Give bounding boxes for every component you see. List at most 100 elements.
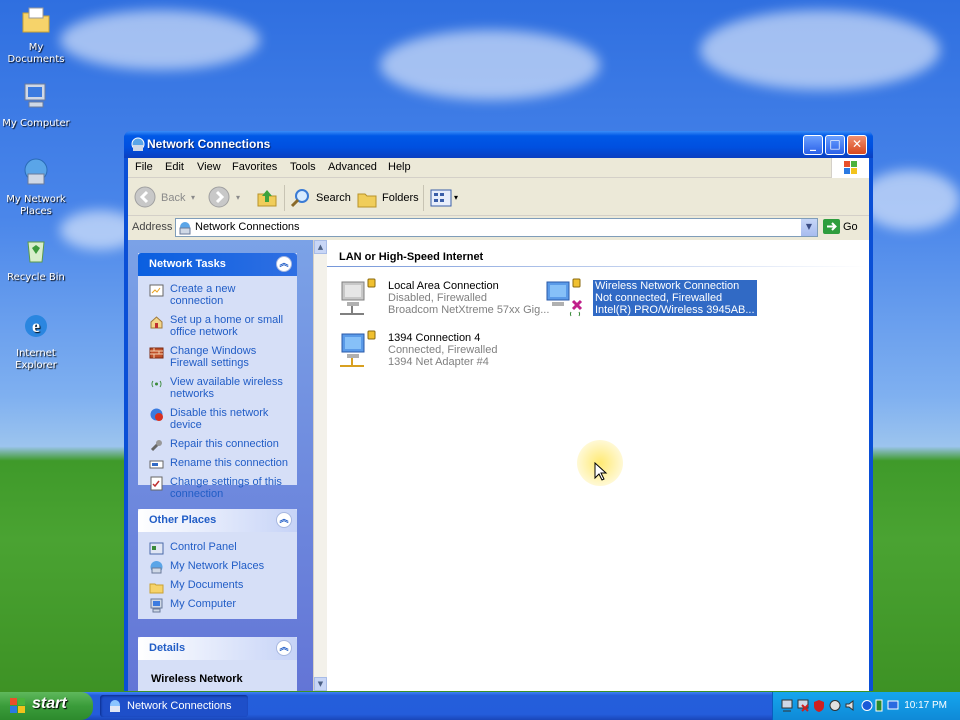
task-label: View available wireless networks bbox=[170, 376, 283, 400]
menu-advanced[interactable]: Advanced bbox=[328, 161, 377, 173]
desktop-icon-my-computer[interactable]: My Computer bbox=[0, 80, 72, 130]
wireless-disconnected-icon bbox=[546, 278, 583, 317]
forward-button[interactable] bbox=[208, 186, 230, 210]
place-label: Control Panel bbox=[170, 541, 237, 553]
rename-icon bbox=[149, 460, 164, 469]
repair-icon bbox=[150, 440, 162, 452]
task-repair-connection[interactable]: Repair this connection bbox=[149, 438, 291, 452]
network-connections-window: Network Connections _ □ ✕ File Edit View… bbox=[124, 131, 873, 691]
task-pane-scrollbar[interactable]: ▲ ▼ bbox=[313, 240, 327, 691]
sound-tray-icon[interactable] bbox=[845, 699, 857, 712]
place-my-network-places[interactable]: My Network Places bbox=[149, 560, 291, 574]
task-view-wireless[interactable]: View available wireless networks bbox=[149, 376, 291, 400]
go-label: Go bbox=[843, 221, 858, 233]
network-tasks-header[interactable]: Network Tasks ︽ bbox=[138, 253, 297, 276]
shield-tray-icon[interactable] bbox=[829, 699, 841, 712]
other-places-panel: Other Places ︽ Control Panel My Network … bbox=[138, 509, 297, 619]
address-field[interactable]: Network Connections ▼ bbox=[175, 218, 818, 237]
up-button[interactable] bbox=[256, 186, 278, 210]
lan-disabled-icon bbox=[340, 278, 376, 315]
task-create-connection[interactable]: Create a new connection bbox=[149, 283, 291, 307]
network-places-icon bbox=[24, 158, 48, 185]
menu-help[interactable]: Help bbox=[388, 161, 411, 173]
connection-1394[interactable]: 1394 Connection 4 Connected, Firewalled … bbox=[338, 330, 558, 374]
system-tray: 10:17 PM bbox=[772, 692, 960, 720]
task-firewall-settings[interactable]: Change Windows Firewall settings bbox=[149, 345, 291, 369]
connection-wireless[interactable]: Wireless Network Connection Not connecte… bbox=[543, 278, 783, 322]
other-places-title: Other Places bbox=[149, 514, 217, 526]
windows-flag-icon bbox=[844, 161, 857, 174]
task-label: Repair this connection bbox=[170, 438, 279, 450]
task-setup-home-network[interactable]: Set up a home or small office network bbox=[149, 314, 291, 338]
address-dropdown-button[interactable]: ▼ bbox=[801, 219, 817, 236]
maximize-button[interactable]: □ bbox=[825, 135, 845, 155]
window-title: Network Connections bbox=[147, 137, 271, 151]
place-my-documents[interactable]: My Documents bbox=[149, 579, 291, 594]
security-alert-tray-icon[interactable] bbox=[813, 699, 825, 712]
place-control-panel[interactable]: Control Panel bbox=[149, 541, 291, 555]
details-header[interactable]: Details ︽ bbox=[138, 637, 297, 660]
connection-local-area[interactable]: Local Area Connection Disabled, Firewall… bbox=[338, 278, 558, 322]
back-button[interactable]: Back bbox=[134, 186, 190, 210]
scroll-down-icon[interactable]: ▼ bbox=[314, 677, 327, 691]
close-button[interactable]: ✕ bbox=[847, 135, 867, 155]
connection-status: Disabled, Firewalled bbox=[388, 292, 488, 304]
menu-file[interactable]: File bbox=[135, 161, 153, 173]
menu-edit[interactable]: Edit bbox=[165, 161, 184, 173]
network-tasks-panel: Network Tasks ︽ Create a new connection … bbox=[138, 253, 297, 500]
clock[interactable]: 10:17 PM bbox=[904, 700, 947, 711]
address-bar: Address Network Connections ▼ Go bbox=[128, 217, 869, 239]
collapse-chevron-icon[interactable]: ︽ bbox=[276, 256, 292, 272]
connection-device: 1394 Net Adapter #4 bbox=[388, 356, 489, 368]
place-label: My Computer bbox=[170, 598, 237, 610]
wireless-disconnected-tray-icon[interactable] bbox=[797, 699, 809, 712]
title-bar[interactable]: Network Connections _ □ ✕ bbox=[124, 131, 873, 158]
task-rename-connection[interactable]: Rename this connection bbox=[149, 457, 291, 469]
menu-tools[interactable]: Tools bbox=[290, 161, 316, 173]
taskbar-task-network-connections[interactable]: Network Connections bbox=[100, 695, 248, 717]
connection-name: Wireless Network Connection bbox=[595, 280, 740, 292]
menu-favorites[interactable]: Favorites bbox=[232, 161, 277, 173]
desktop-icon-recycle-bin[interactable]: Recycle Bin bbox=[0, 234, 72, 284]
minimize-button[interactable]: _ bbox=[803, 135, 823, 155]
views-button[interactable]: ▾ bbox=[430, 186, 462, 210]
task-pane: Network Tasks ︽ Create a new connection … bbox=[128, 240, 323, 691]
back-arrow-icon bbox=[134, 186, 156, 208]
menu-view[interactable]: View bbox=[197, 161, 221, 173]
windows-flag-icon bbox=[10, 698, 25, 713]
recycle-bin-icon bbox=[27, 241, 45, 263]
search-label: Search bbox=[316, 192, 351, 204]
battery-tray-icon[interactable] bbox=[873, 699, 885, 712]
back-dropdown-icon[interactable]: ▾ bbox=[191, 186, 195, 210]
display-tray-icon[interactable] bbox=[887, 699, 899, 712]
desktop-icon-my-network-places[interactable]: My Network Places bbox=[0, 156, 72, 218]
desktop-icon-internet-explorer[interactable]: e Internet Explorer bbox=[0, 310, 72, 372]
connection-name: 1394 Connection 4 bbox=[388, 332, 481, 344]
wireless-icon bbox=[151, 380, 162, 388]
start-button[interactable]: start bbox=[0, 692, 93, 720]
desktop-icon-my-documents[interactable]: My Documents bbox=[0, 4, 72, 66]
collapse-chevron-icon[interactable]: ︽ bbox=[276, 640, 292, 656]
control-panel-icon bbox=[149, 542, 164, 555]
scroll-up-icon[interactable]: ▲ bbox=[314, 240, 327, 254]
connection-device: Broadcom NetXtreme 57xx Gig... bbox=[388, 304, 550, 316]
task-label: Set up a home or small office network bbox=[170, 314, 284, 338]
place-my-computer[interactable]: My Computer bbox=[149, 598, 291, 613]
task-label: Change settings of this connection bbox=[170, 476, 282, 500]
search-button[interactable]: Search bbox=[290, 186, 352, 210]
task-label: Disable this network device bbox=[170, 407, 269, 431]
task-disable-device[interactable]: Disable this network device bbox=[149, 407, 291, 431]
bluetooth-tray-icon[interactable] bbox=[861, 699, 873, 712]
folders-button[interactable]: Folders bbox=[356, 186, 420, 210]
svg-text:e: e bbox=[32, 316, 40, 336]
other-places-header[interactable]: Other Places ︽ bbox=[138, 509, 297, 532]
network-tray-icon[interactable] bbox=[781, 699, 793, 712]
connection-name: Local Area Connection bbox=[388, 280, 499, 292]
desktop-icon-label: Internet Explorer bbox=[15, 348, 57, 371]
settings-icon bbox=[150, 476, 163, 491]
task-change-settings[interactable]: Change settings of this connection bbox=[149, 476, 291, 500]
computer-icon bbox=[24, 83, 46, 108]
collapse-chevron-icon[interactable]: ︽ bbox=[276, 512, 292, 528]
connections-list: LAN or High-Speed Internet Local Area Co… bbox=[327, 240, 869, 691]
forward-dropdown-icon[interactable]: ▾ bbox=[236, 186, 240, 210]
